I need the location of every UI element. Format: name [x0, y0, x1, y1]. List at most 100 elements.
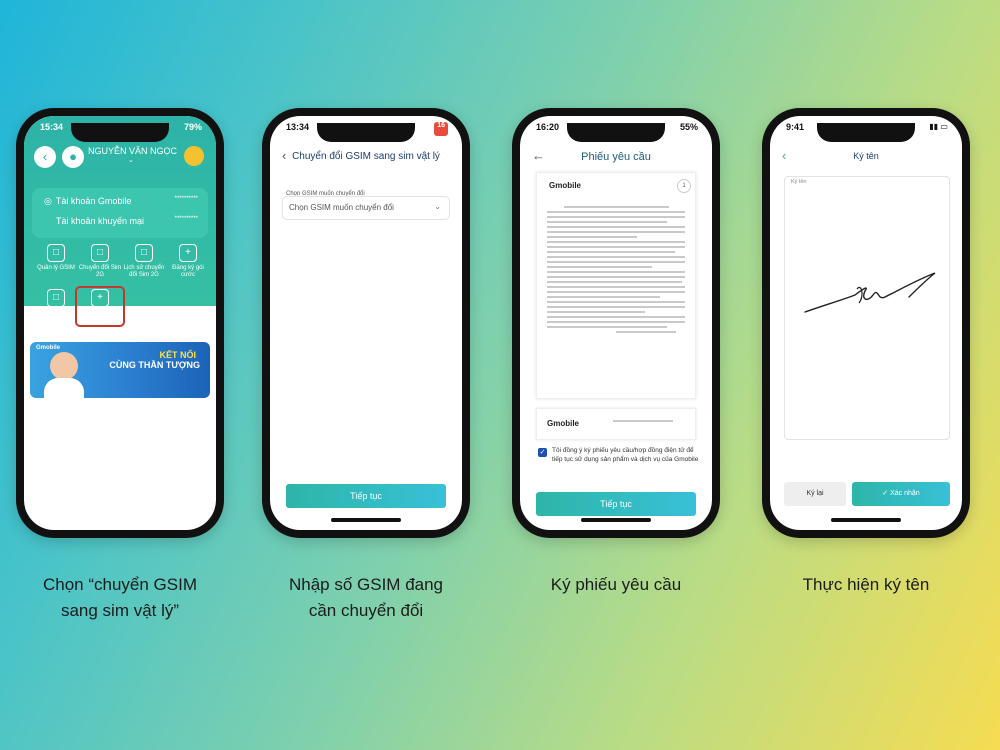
banner-person-body: [44, 378, 84, 398]
banner-subtitle: CÙNG THẦN TƯỢNG: [109, 360, 200, 370]
battery-level: 55%: [679, 122, 698, 132]
signature-stroke: [804, 272, 936, 313]
menu-manage-gsim[interactable]: □ Quản lý GSIM: [34, 244, 78, 279]
caption-line: sang sim vật lý”: [60, 601, 180, 620]
continue-button[interactable]: Tiếp tục: [536, 492, 696, 516]
page-title: Phiếu yêu cầu: [581, 151, 651, 163]
menu-label: Quản lý GSIM: [37, 265, 75, 271]
account-promo-label: Tài khoản khuyến mại: [56, 216, 145, 226]
home-indicator: [831, 518, 901, 522]
sim-icon: □: [91, 244, 109, 262]
menu-register-package[interactable]: + Đăng ký gói cước: [166, 244, 210, 279]
account-main-label: Tài khoản Gmobile: [55, 196, 132, 206]
page-number-badge: 1: [677, 179, 691, 193]
check-icon: ✓: [882, 490, 891, 497]
menu-history-2g[interactable]: □ Lịch sử chuyển đổi Sim 2G: [122, 244, 166, 279]
gsim-select-placeholder: Chọn GSIM muốn chuyển đổi: [289, 203, 394, 212]
continue-button[interactable]: Tiếp tục: [286, 484, 446, 508]
menu-topup[interactable]: □ Nạp tiền GSIM: [34, 289, 78, 324]
account-main-balance: **********: [174, 196, 198, 202]
banner-person: [50, 352, 78, 380]
user-name[interactable]: NGUYỄN VĂN NGỌC: [88, 146, 177, 156]
page-header: ← Phiếu yêu cầu: [520, 144, 712, 170]
menu-check-fee[interactable]: Tra cước: [122, 289, 166, 324]
home-indicator: [331, 518, 401, 522]
back-icon[interactable]: ‹: [34, 146, 56, 168]
plus-icon: +: [91, 289, 109, 307]
caption-line: Chọn “chuyển GSIM: [42, 575, 197, 594]
phone-step-2: 13:34 16 ‹ Chuyển đổi GSIM sang sim vật …: [262, 108, 470, 538]
status-time: 15:34: [40, 122, 64, 132]
gmobile-logo: Gmobile: [547, 419, 580, 428]
plus-icon: +: [179, 244, 197, 262]
doc-text-line: [613, 420, 673, 422]
caption-step-2: Nhập số GSIM đang cần chuyển đổi: [246, 572, 486, 624]
account-promo-balance: **********: [174, 216, 198, 222]
star-icon: [180, 289, 196, 305]
consent-row[interactable]: ✓ Tôi đồng ý ký phiếu yêu cầu/hợp đồng đ…: [538, 446, 702, 464]
status-time: 9:41: [786, 122, 805, 132]
menu-istar[interactable]: Chuyển iSTAR: [166, 289, 210, 324]
request-form-document[interactable]: Gmobile 1: [536, 172, 696, 399]
wallet-icon: □: [47, 289, 65, 307]
status-time: 13:34: [286, 122, 310, 132]
caption-step-4: Thực hiện ký tên: [746, 572, 986, 598]
page-header: ‹ Ký tên: [770, 144, 962, 170]
phone-step-1: 15:34 79% ‹ ● NGUYỄN VĂN NGỌC ⌄ ◎ Tài kho…: [16, 108, 224, 538]
menu-label: Chuyển iSTAR: [168, 308, 208, 314]
menu-label: Chuyển đổi Sim 2G: [78, 265, 122, 278]
menu-label: Chuyển GSIM sang sim vật lý: [80, 310, 120, 323]
feature-grid: □ Quản lý GSIM □ Chuyển đổi Sim 2G □ Lịch s…: [34, 244, 210, 327]
confirm-button[interactable]: ✓ Xác nhận: [852, 482, 950, 506]
caption-line: Thực hiện ký tên: [802, 575, 930, 594]
menu-label: Nạp tiền GSIM: [36, 310, 76, 316]
menu-gsim-to-physical[interactable]: + Chuyển GSIM sang sim vật lý: [75, 286, 125, 327]
document-text-body: [541, 203, 691, 336]
second-page-preview: Gmobile: [536, 408, 696, 440]
phone-screen: 16:20 55% ← Phiếu yêu cầu Gmobile 1 Gmob…: [520, 116, 712, 530]
resign-button[interactable]: Ký lại: [784, 482, 846, 506]
home-header: ‹ ● NGUYỄN VĂN NGỌC ⌄ ◎ Tài khoản Gmobile…: [24, 116, 216, 327]
phone-screen: 13:34 16 ‹ Chuyển đổi GSIM sang sim vật …: [270, 116, 462, 530]
signature-pad[interactable]: Ký tên: [784, 176, 950, 440]
battery-level: 79%: [183, 122, 202, 132]
promo-banner[interactable]: Gmobile KẾT NỐI CÙNG THẦN TƯỢNG: [30, 342, 210, 398]
consent-checkbox[interactable]: ✓: [538, 448, 547, 457]
page-title: Chuyển đổi GSIM sang sim vật lý: [292, 151, 440, 162]
caption-line: cần chuyển đổi: [308, 601, 424, 620]
eye-off-icon[interactable]: ◎: [44, 196, 52, 206]
phone-step-3: 16:20 55% ← Phiếu yêu cầu Gmobile 1 Gmob…: [512, 108, 720, 538]
menu-label: Đăng ký gói cước: [172, 265, 204, 278]
menu-convert-2g[interactable]: □ Chuyển đổi Sim 2G: [78, 244, 122, 279]
menu-label: Tra cước: [131, 308, 157, 314]
phone-screen: 15:34 79% ‹ ● NGUYỄN VĂN NGỌC ⌄ ◎ Tài kho…: [24, 116, 216, 530]
page-title: Ký tên: [853, 151, 879, 161]
banner-title: KẾT NỐI: [159, 350, 196, 360]
gsim-select[interactable]: Chọn GSIM muốn chuyển đổi ⌄: [282, 196, 450, 220]
notification-icon[interactable]: [184, 146, 204, 166]
phone-notch: [817, 123, 915, 142]
consent-text: Tôi đồng ý ký phiếu yêu cầu/hợp đồng điệ…: [552, 447, 699, 463]
history-icon: □: [135, 244, 153, 262]
home-indicator: [581, 518, 651, 522]
phone-notch: [317, 123, 415, 142]
caption-line: Nhập số GSIM đang: [288, 575, 444, 594]
caption-line: Ký phiếu yêu cầu: [550, 575, 682, 594]
avatar[interactable]: ●: [62, 146, 84, 168]
battery-badge: 16: [434, 122, 448, 136]
signal-battery-icon: ▮▮ ▭: [929, 122, 948, 131]
search-icon: [136, 289, 152, 305]
page-header: ‹ Chuyển đổi GSIM sang sim vật lý: [270, 144, 462, 170]
confirm-label: Xác nhận: [890, 490, 920, 497]
chevron-down-icon: ⌄: [434, 202, 441, 211]
phone-notch: [71, 123, 169, 142]
phone-notch: [567, 123, 665, 142]
phone-screen: 9:41 ▮▮ ▭ ‹ Ký tên Ký tên Ký lại ✓ Xác n…: [770, 116, 962, 530]
caption-step-3: Ký phiếu yêu cầu: [496, 572, 736, 598]
sim-icon: □: [47, 244, 65, 262]
phone-step-4: 9:41 ▮▮ ▭ ‹ Ký tên Ký tên Ký lại ✓ Xác n…: [762, 108, 970, 538]
gmobile-logo: Gmobile: [549, 181, 582, 190]
account-card: ◎ Tài khoản Gmobile ********** Tài khoản …: [32, 188, 208, 238]
banner-brand: Gmobile: [36, 345, 61, 351]
chevron-down-icon[interactable]: ⌄: [128, 156, 134, 164]
